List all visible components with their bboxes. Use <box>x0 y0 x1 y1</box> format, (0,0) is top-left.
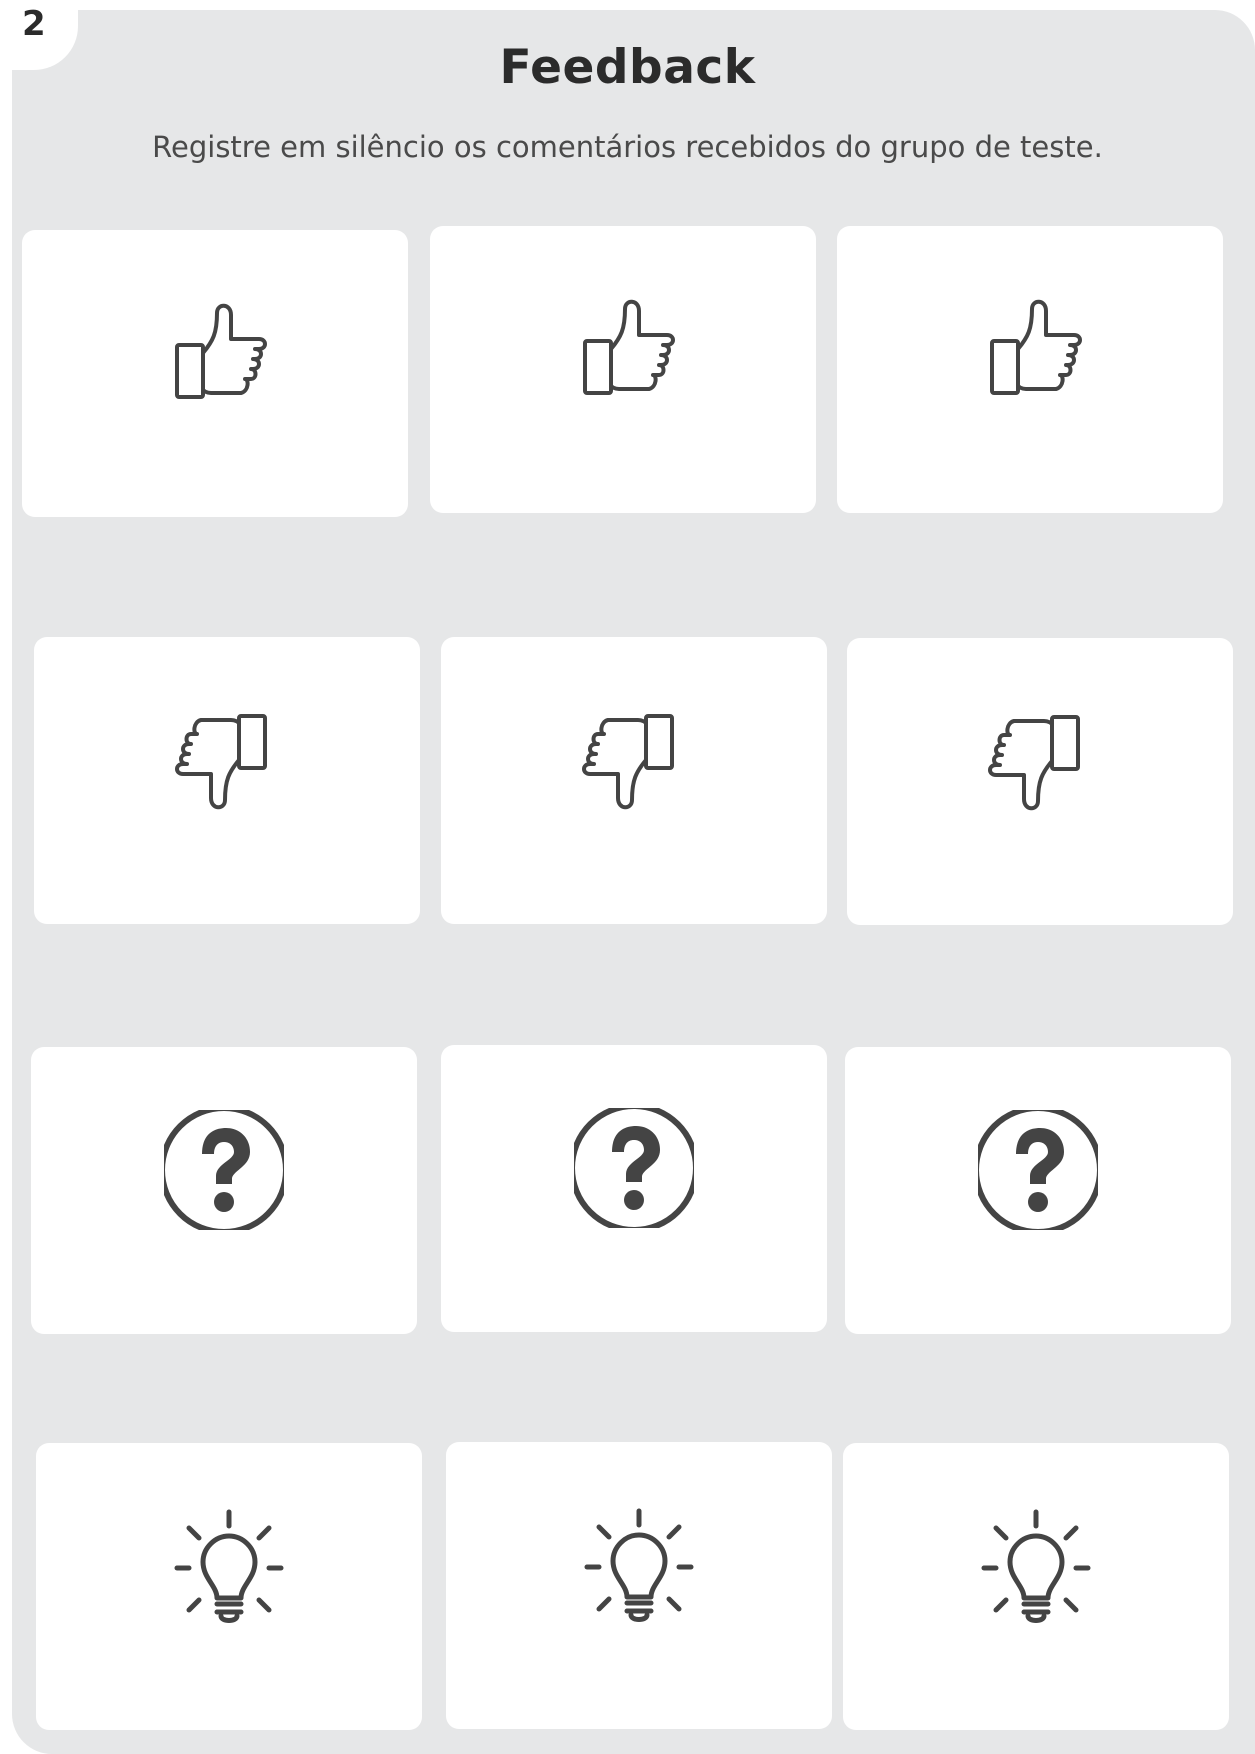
step-number: 2 <box>22 4 46 44</box>
feedback-card-positive-3[interactable] <box>837 226 1223 513</box>
feedback-card-question-2[interactable] <box>441 1045 827 1332</box>
feedback-card-idea-2[interactable] <box>446 1442 832 1729</box>
feedback-card-negative-3[interactable] <box>847 638 1233 925</box>
question-icon <box>164 1110 284 1230</box>
thumbs-down-icon <box>582 714 674 810</box>
feedback-card-idea-3[interactable] <box>843 1443 1229 1730</box>
feedback-card-question-1[interactable] <box>31 1047 417 1334</box>
thumbs-up-icon <box>175 303 267 399</box>
question-icon <box>574 1108 694 1228</box>
lightbulb-icon <box>174 1509 284 1623</box>
question-icon <box>978 1110 1098 1230</box>
thumbs-down-icon <box>988 715 1080 811</box>
feedback-card-question-3[interactable] <box>845 1047 1231 1334</box>
feedback-card-positive-1[interactable] <box>22 230 408 517</box>
feedback-card-negative-2[interactable] <box>441 637 827 924</box>
page-subtitle: Registre em silêncio os comentários rece… <box>152 130 1103 164</box>
page-title: Feedback <box>499 40 756 95</box>
feedback-card-positive-2[interactable] <box>430 226 816 513</box>
feedback-card-negative-1[interactable] <box>34 637 420 924</box>
lightbulb-icon <box>584 1508 694 1622</box>
thumbs-up-icon <box>990 299 1082 395</box>
thumbs-up-icon <box>583 299 675 395</box>
feedback-card-idea-1[interactable] <box>36 1443 422 1730</box>
lightbulb-icon <box>981 1509 1091 1623</box>
thumbs-down-icon <box>175 714 267 810</box>
